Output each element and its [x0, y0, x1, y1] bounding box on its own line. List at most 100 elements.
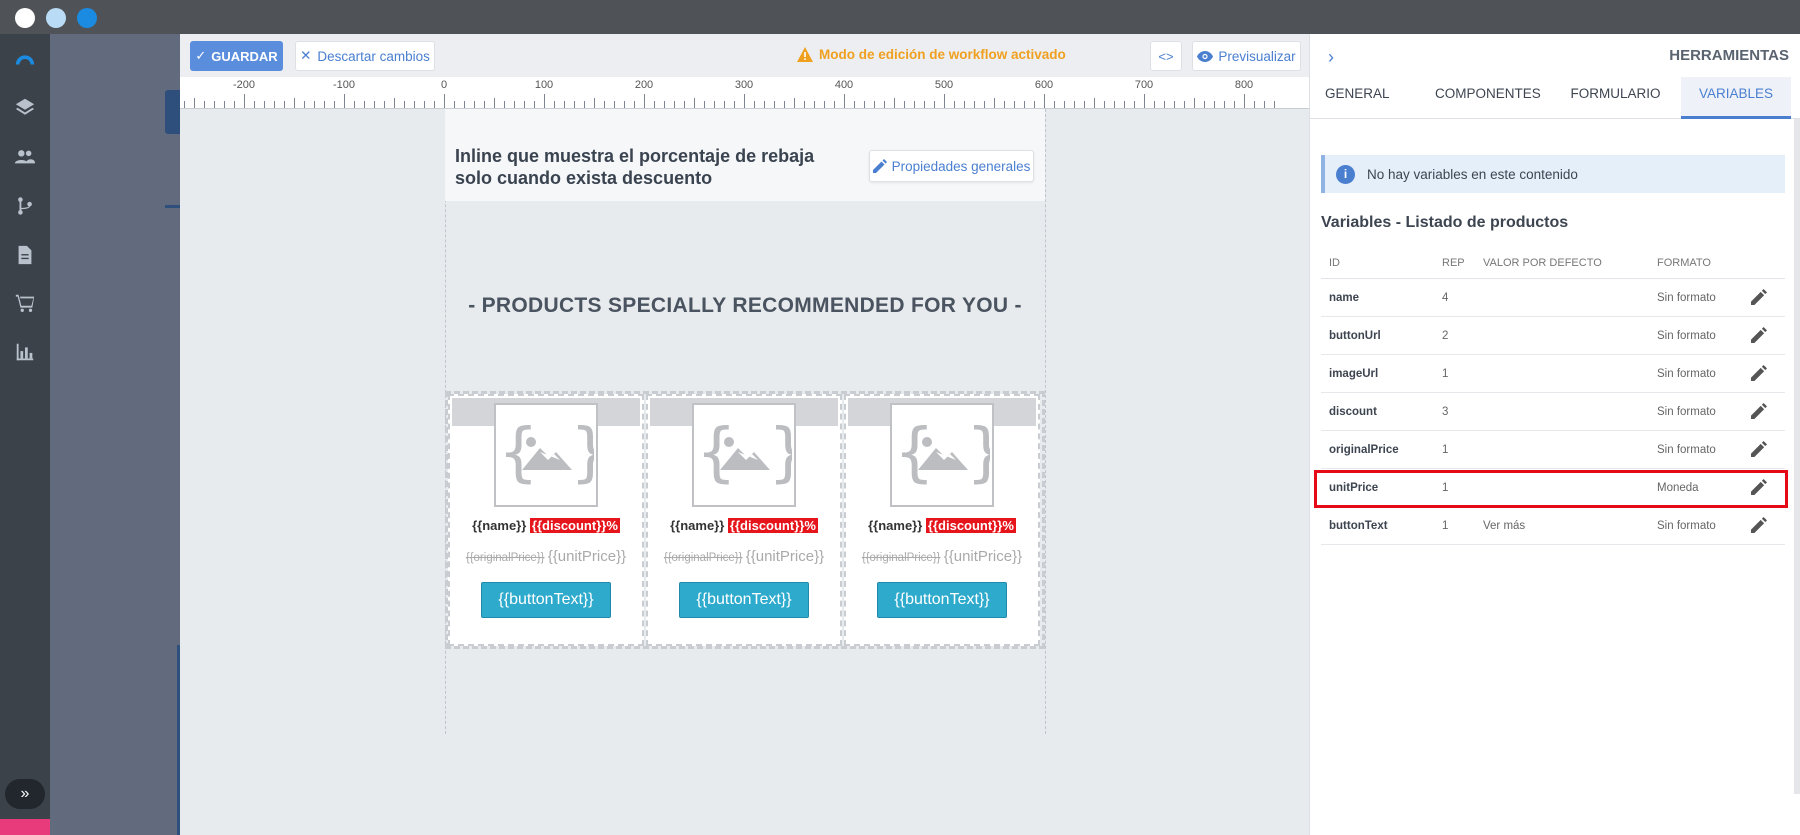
item-cta-button[interactable]: {{buttonText}}	[877, 582, 1007, 618]
variable-row[interactable]: discount 3 Sin formato	[1321, 393, 1785, 431]
contacts-icon[interactable]	[12, 144, 38, 170]
ruler-tick	[904, 101, 905, 108]
expand-menu-button[interactable]: »	[5, 779, 45, 809]
variable-format: Sin formato	[1657, 292, 1716, 304]
close-window-dot[interactable]	[15, 8, 35, 28]
analytics-icon[interactable]	[12, 339, 38, 365]
minimize-window-dot[interactable]	[46, 8, 66, 28]
col-id: ID	[1329, 257, 1340, 269]
panel-title: HERRAMIENTAS	[1669, 47, 1789, 64]
code-icon: <>	[1158, 48, 1174, 64]
ruler-tick	[574, 101, 575, 108]
ruler-label: 200	[634, 79, 654, 91]
ruler-tick	[1254, 101, 1255, 108]
variable-row[interactable]: originalPrice 1 Sin formato	[1321, 431, 1785, 469]
discount-var: {{discount}}%	[925, 518, 1016, 533]
code-view-button[interactable]: <>	[1150, 41, 1182, 71]
promo-heading[interactable]: - PRODUCTS SPECIALLY RECOMMENDED FOR YOU…	[445, 294, 1045, 318]
workflow-mode-warning: Modo de edición de workflow activado	[797, 47, 1066, 62]
ruler-tick	[444, 94, 445, 108]
variable-row[interactable]: buttonUrl 2 Sin formato	[1321, 317, 1785, 355]
variable-format: Sin formato	[1657, 520, 1716, 532]
item-price[interactable]: {{originalPrice}} {{unitPrice}}	[846, 548, 1038, 565]
edit-pencil-icon[interactable]	[1751, 365, 1767, 381]
ruler-tick	[694, 98, 695, 108]
workflow-icon[interactable]	[12, 193, 38, 219]
image-placeholder-icon[interactable]: {}	[494, 403, 598, 507]
ruler-tick	[314, 101, 315, 108]
edit-pencil-icon[interactable]	[1751, 517, 1767, 533]
preview-label: Previsualizar	[1218, 48, 1296, 64]
item-price[interactable]: {{originalPrice}} {{unitPrice}}	[450, 548, 642, 565]
variable-format: Sin formato	[1657, 444, 1716, 456]
variable-rep: 2	[1442, 330, 1449, 342]
name-var: {{name}}	[670, 518, 725, 533]
item-cta-button[interactable]: {{buttonText}}	[481, 582, 611, 618]
cart-icon[interactable]	[12, 290, 38, 316]
preview-button[interactable]: Previsualizar	[1192, 41, 1301, 71]
tab-general[interactable]: GENERAL	[1325, 77, 1390, 119]
discard-changes-button[interactable]: ✕ Descartar cambios	[295, 41, 435, 71]
edit-pencil-icon[interactable]	[1751, 441, 1767, 457]
content-title: Inline que muestra el porcentaje de reba…	[455, 146, 815, 188]
ruler-tick	[914, 101, 915, 108]
variable-format: Sin formato	[1657, 368, 1716, 380]
maximize-window-dot[interactable]	[77, 8, 97, 28]
item-price[interactable]: {{originalPrice}} {{unitPrice}}	[648, 548, 840, 565]
item-name[interactable]: {{name}} {{discount}}%	[846, 518, 1038, 533]
tools-panel: › HERRAMIENTAS GENERAL COMPONENTES FORMU…	[1309, 34, 1800, 835]
incognito-button[interactable]	[0, 819, 50, 835]
edit-pencil-icon[interactable]	[1751, 403, 1767, 419]
collapse-chevron-icon[interactable]: ›	[1328, 47, 1334, 68]
panel-tabs: GENERAL COMPONENTES FORMULARIO VARIABLES	[1310, 77, 1800, 119]
ruler-tick	[1174, 101, 1175, 108]
ruler-tick	[1024, 101, 1025, 108]
variable-row[interactable]: name 4 Sin formato	[1321, 279, 1785, 317]
document-icon[interactable]	[12, 242, 38, 268]
layers-icon[interactable]	[12, 94, 38, 120]
ruler-tick	[224, 101, 225, 108]
product-item[interactable]: Item 2 {} {{name}} {{discount}}% {{origi…	[646, 394, 842, 646]
col-default: VALOR POR DEFECTO	[1483, 257, 1602, 269]
image-placeholder-icon[interactable]: {}	[692, 403, 796, 507]
pencil-icon	[872, 159, 887, 173]
ruler-tick	[1014, 101, 1015, 108]
product-items-block[interactable]: Item 1 {} {{name}} {{discount}}% {{origi…	[445, 391, 1045, 649]
ruler-tick	[974, 101, 975, 108]
general-properties-button[interactable]: Propiedades generales	[869, 150, 1034, 182]
ruler-tick	[894, 98, 895, 108]
variable-id: name	[1329, 292, 1360, 304]
item-name[interactable]: {{name}} {{discount}}%	[648, 518, 840, 533]
variable-row[interactable]: buttonText 1 Ver más Sin formato	[1321, 507, 1785, 545]
item-cta-button[interactable]: {{buttonText}}	[679, 582, 809, 618]
content-header: Inline que muestra el porcentaje de reba…	[445, 109, 1045, 201]
warning-icon	[797, 47, 813, 62]
product-item[interactable]: Item 1 {} {{name}} {{discount}}% {{origi…	[448, 394, 644, 646]
tab-formulario[interactable]: FORMULARIO	[1568, 77, 1663, 119]
edit-pencil-icon[interactable]	[1751, 289, 1767, 305]
product-item[interactable]: Item 3 {} {{name}} {{discount}}% {{origi…	[844, 394, 1040, 646]
edit-pencil-icon[interactable]	[1751, 327, 1767, 343]
logo-icon[interactable]	[12, 46, 38, 72]
info-text: No hay variables en este contenido	[1367, 166, 1578, 182]
ruler-tick	[324, 101, 325, 108]
close-icon: ✕	[300, 48, 312, 63]
save-button[interactable]: ✓ GUARDAR	[190, 41, 283, 71]
ruler-tick	[514, 101, 515, 108]
ruler-tick	[344, 94, 345, 108]
tab-componentes[interactable]: COMPONENTES	[1435, 77, 1541, 119]
image-placeholder-icon[interactable]: {}	[890, 403, 994, 507]
ruler-tick	[624, 101, 625, 108]
variable-row[interactable]: imageUrl 1 Sin formato	[1321, 355, 1785, 393]
ruler-label: -200	[232, 79, 256, 91]
tab-variables[interactable]: VARIABLES	[1681, 77, 1791, 119]
ruler-tick	[874, 101, 875, 108]
warning-text: Modo de edición de workflow activado	[819, 47, 1066, 62]
variable-id: buttonUrl	[1329, 330, 1381, 342]
variable-rep: 1	[1442, 368, 1449, 380]
item-name[interactable]: {{name}} {{discount}}%	[450, 518, 642, 533]
ruler-tick	[924, 101, 925, 108]
ruler-tick	[1104, 101, 1105, 108]
panel-scrollbar[interactable]	[1794, 119, 1800, 794]
discount-var: {{discount}}%	[529, 518, 620, 533]
